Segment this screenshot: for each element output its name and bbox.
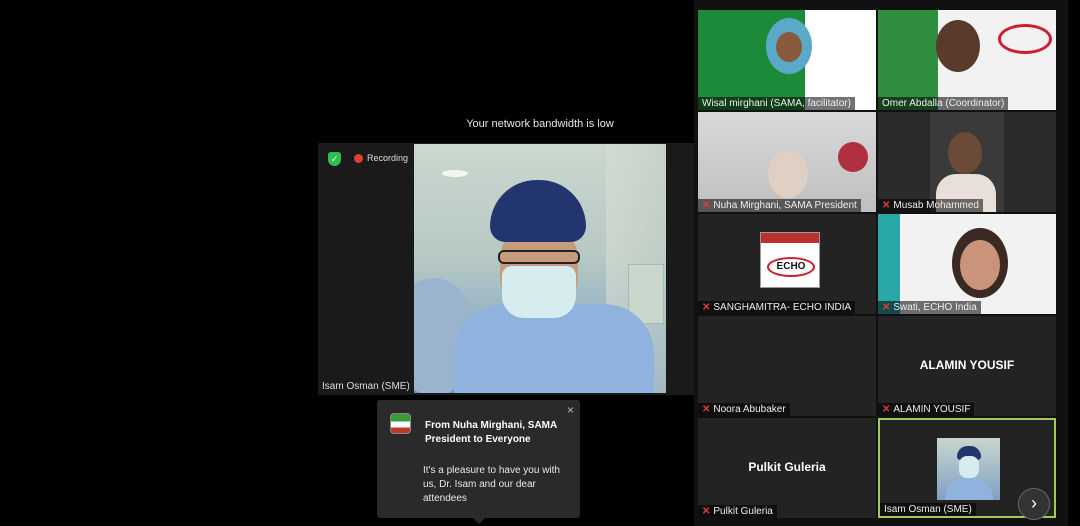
participant-name: Wisal mirghani (SAMA, facilitator) [698, 97, 855, 110]
chat-notification-message: It's a pleasure to have you with us, Dr.… [423, 465, 560, 504]
sender-avatar [390, 413, 411, 434]
participant-name: ✕ Nuha Mirghani, SAMA President [698, 199, 861, 212]
mic-muted-icon: ✕ [702, 506, 711, 517]
participant-tile[interactable]: ✕ Musab Mohammed [878, 112, 1056, 212]
chat-notification-title: From Nuha Mirghani, SAMA President to Ev… [425, 420, 557, 445]
participant-name: ✕ Swati, ECHO India [878, 301, 981, 314]
participant-name: ✕ Pulkit Guleria [698, 505, 777, 518]
participant-name: ✕ Musab Mohammed [878, 199, 983, 212]
participant-display-name: ALAMIN YOUSIF [919, 358, 1015, 372]
participant-tile[interactable]: Pulkit Guleria ✕ Pulkit Guleria [698, 418, 876, 518]
participant-tile[interactable]: ✕ Nuha Mirghani, SAMA President [698, 112, 876, 212]
mic-muted-icon: ✕ [702, 200, 711, 211]
network-bandwidth-notice: Your network bandwidth is low [466, 118, 614, 130]
participant-name: Isam Osman (SME) [880, 503, 976, 516]
echo-logo: ECHO [760, 232, 820, 288]
close-icon[interactable]: × [567, 403, 574, 417]
active-speaker-panel[interactable]: ✓ Recording Isam Osman (SME) [318, 143, 694, 395]
chat-notification[interactable]: × From Nuha Mirghani, SAMA President to … [377, 400, 580, 524]
recording-label: Recording [367, 153, 409, 163]
recording-indicator[interactable]: Recording [354, 153, 408, 163]
participant-tile[interactable]: Omer Abdalla (Coordinator) [878, 10, 1056, 110]
mic-muted-icon: ✕ [702, 404, 711, 415]
participant-name: ✕ ALAMIN YOUSIF [878, 403, 975, 416]
shield-check-icon[interactable]: ✓ [328, 152, 341, 166]
mic-muted-icon: ✕ [702, 302, 711, 313]
participant-name: ✕ Noora Abubaker [698, 403, 790, 416]
speaker-video [414, 144, 666, 393]
gallery-view: Wisal mirghani (SAMA, facilitator) Omer … [694, 0, 1068, 526]
participant-display-name: Pulkit Guleria [748, 460, 826, 474]
participant-tile[interactable]: Wisal mirghani (SAMA, facilitator) [698, 10, 876, 110]
participant-name: ✕ SANGHAMITRA- ECHO INDIA [698, 301, 856, 314]
participant-video [937, 438, 1000, 500]
record-icon [354, 153, 363, 163]
mic-muted-icon: ✕ [882, 200, 891, 211]
mic-muted-icon: ✕ [882, 302, 891, 313]
mic-muted-icon: ✕ [882, 404, 891, 415]
speaker-name-label: Isam Osman (SME) [322, 381, 410, 392]
participant-name: Omer Abdalla (Coordinator) [878, 97, 1009, 110]
next-page-button[interactable]: › [1018, 488, 1050, 520]
participant-tile[interactable]: ECHO ✕ SANGHAMITRA- ECHO INDIA [698, 214, 876, 314]
participant-tile[interactable]: ✕ Noora Abubaker [698, 316, 876, 416]
participant-tile[interactable]: ✕ Swati, ECHO India [878, 214, 1056, 314]
participant-tile[interactable]: ALAMIN YOUSIF ✕ ALAMIN YOUSIF [878, 316, 1056, 416]
